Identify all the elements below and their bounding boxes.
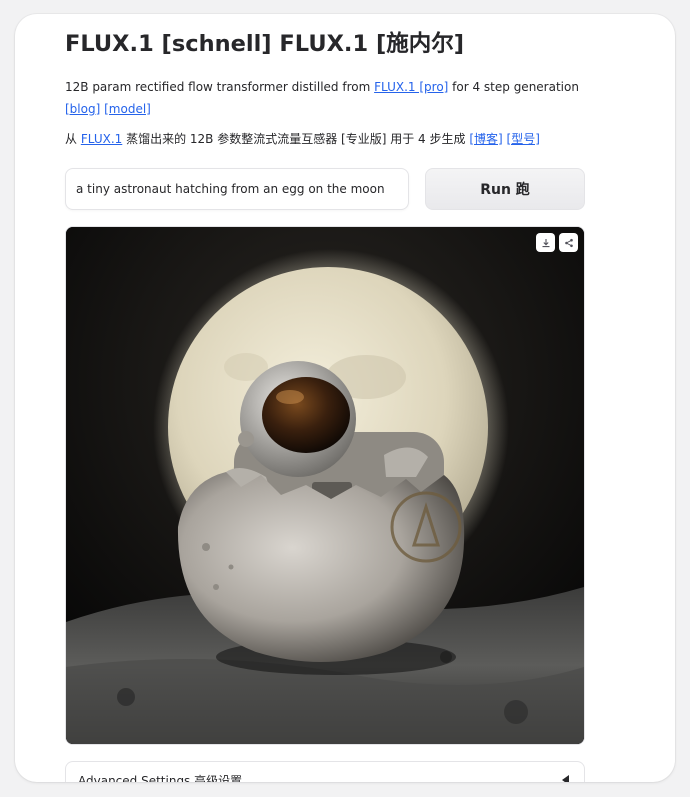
description-text: 12B param rectified flow transformer dis…: [65, 80, 375, 94]
advanced-settings-accordion[interactable]: Advanced Settings 高级设置: [65, 761, 585, 782]
share-icon: [564, 238, 573, 247]
advanced-settings-label: Advanced Settings 高级设置: [78, 774, 243, 782]
share-button[interactable]: [559, 233, 578, 252]
flux-pro-link[interactable]: FLUX.1 [pro]: [374, 80, 448, 94]
model-link-cn[interactable]: [型号]: [507, 132, 540, 146]
app-card: FLUX.1 [schnell] FLUX.1 [施内尔] 12B param …: [15, 14, 675, 782]
prompt-input[interactable]: [66, 169, 408, 209]
run-button[interactable]: Run 跑: [425, 168, 585, 210]
download-icon: [542, 238, 549, 247]
description-chinese: 从 FLUX.1 蒸馏出来的 12B 参数整流式流量互感器 [专业版] 用于 4…: [65, 128, 595, 150]
model-link[interactable]: [model]: [104, 102, 151, 116]
page-title: FLUX.1 [schnell] FLUX.1 [施内尔]: [65, 31, 465, 57]
caret-left-icon: [562, 775, 569, 782]
prompt-field[interactable]: [65, 168, 409, 210]
image-toolbar: [536, 233, 578, 252]
description-text: 从: [65, 132, 81, 146]
output-image-panel: [65, 226, 585, 745]
blog-link[interactable]: [blog]: [65, 102, 100, 116]
description-text: 蒸馏出来的 12B 参数整流式流量互感器 [专业版] 用于 4 步生成: [122, 132, 470, 146]
description-english: 12B param rectified flow transformer dis…: [65, 76, 595, 120]
blog-link-cn[interactable]: [博客]: [469, 132, 502, 146]
flux-link-cn[interactable]: FLUX.1: [81, 132, 122, 146]
description-text: for 4 step generation: [448, 80, 579, 94]
generated-image: [66, 227, 584, 744]
download-button[interactable]: [536, 233, 555, 252]
